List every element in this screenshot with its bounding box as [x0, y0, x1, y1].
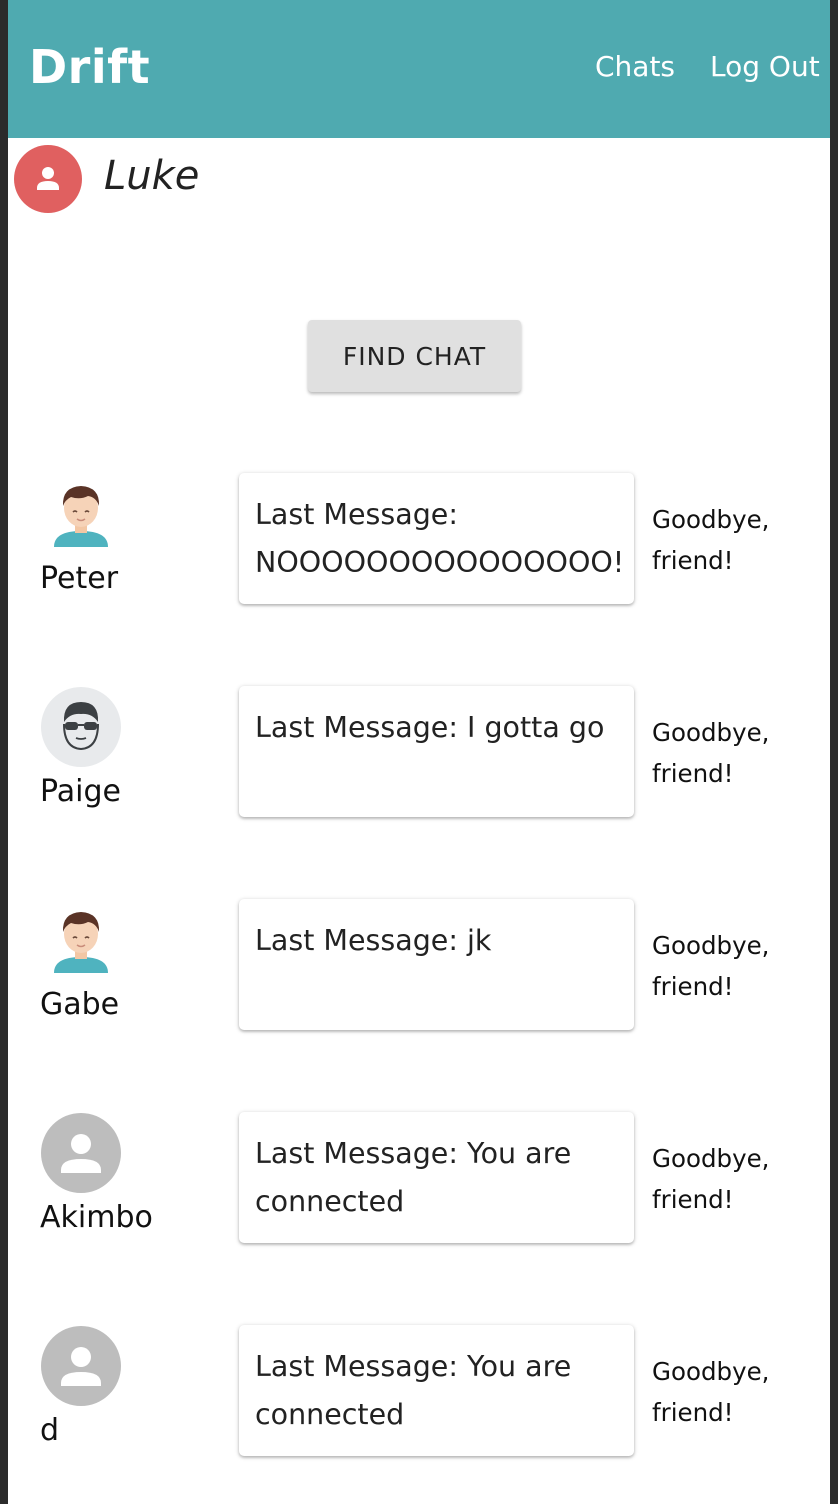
current-user-name: Luke	[104, 153, 200, 199]
last-message-card[interactable]: Last Message: You are connected	[239, 1112, 634, 1243]
status-text: Goodbye, friend!	[652, 718, 770, 788]
chat-row[interactable]: Gabe Last Message: jk Goodbye, friend!	[8, 899, 830, 1033]
contact-name: Gabe	[40, 987, 120, 1022]
contact-name: Akimbo	[40, 1200, 153, 1235]
person-icon	[37, 167, 59, 190]
contact-avatar	[40, 686, 122, 768]
chat-row[interactable]: Paige Last Message: I gotta go Goodbye, …	[8, 686, 830, 820]
contact-avatar	[40, 473, 122, 555]
nav-logout-link[interactable]: Log Out	[710, 50, 820, 83]
last-message-card[interactable]: Last Message: NOOOOOOOOOOOOOOO!	[239, 473, 634, 604]
nav-chats-link[interactable]: Chats	[595, 50, 675, 83]
default-person-icon	[41, 1113, 121, 1193]
contact-avatar	[40, 899, 122, 981]
contact-avatar	[40, 1112, 122, 1194]
boy-avatar-icon	[54, 486, 108, 547]
status-text: Goodbye, friend!	[652, 1357, 770, 1427]
find-chat-button[interactable]: FIND CHAT	[308, 320, 521, 392]
chat-row[interactable]: d Last Message: You are connected Goodby…	[8, 1325, 830, 1459]
default-person-icon	[41, 1326, 121, 1406]
boy-avatar-icon	[54, 912, 108, 973]
user-avatar	[14, 145, 82, 213]
last-message-card[interactable]: Last Message: You are connected	[239, 1325, 634, 1456]
last-message-card[interactable]: Last Message: jk	[239, 899, 634, 1030]
chat-row[interactable]: Peter Last Message: NOOOOOOOOOOOOOOO! Go…	[8, 473, 830, 607]
chat-row[interactable]: Akimbo Last Message: You are connected G…	[8, 1112, 830, 1246]
top-app-bar: Drift Chats Log Out	[8, 0, 830, 138]
last-message-card[interactable]: Last Message: I gotta go	[239, 686, 634, 817]
status-text: Goodbye, friend!	[652, 1144, 770, 1214]
status-text: Goodbye, friend!	[652, 505, 770, 575]
contact-name: Peter	[40, 561, 119, 596]
brand-logo[interactable]: Drift	[29, 40, 150, 94]
contact-name: Paige	[40, 774, 121, 809]
sunglasses-avatar-icon	[41, 687, 121, 767]
app-frame: Drift Chats Log Out Luke FIND CHAT Peter…	[8, 0, 830, 1504]
contact-name: d	[40, 1413, 60, 1448]
status-text: Goodbye, friend!	[652, 931, 770, 1001]
contact-avatar	[40, 1325, 122, 1407]
